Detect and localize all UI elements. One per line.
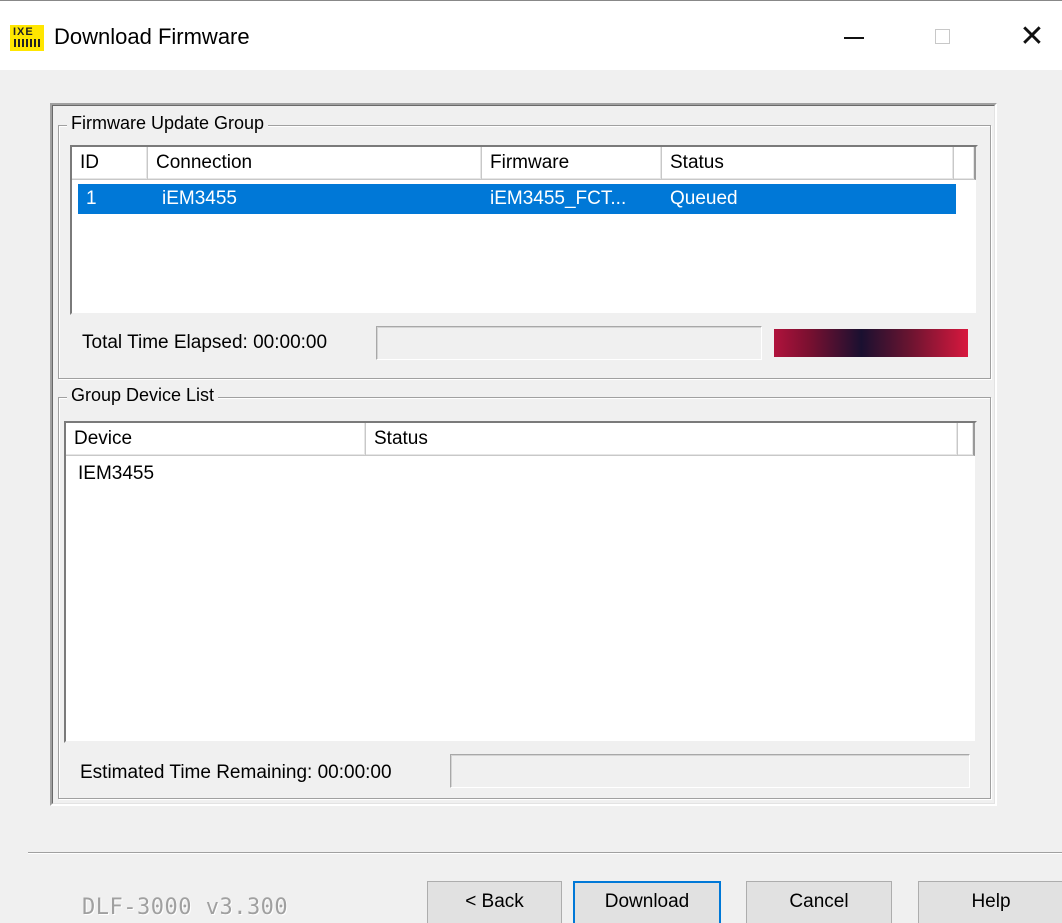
back-button[interactable]: < Back: [427, 881, 562, 923]
device-list-header: Device Status: [66, 423, 975, 456]
app-logo-glyph: IXE: [13, 26, 34, 38]
download-button[interactable]: Download: [573, 881, 721, 923]
firmware-update-group-legend: Firmware Update Group: [67, 113, 269, 134]
maximize-icon: [934, 28, 950, 44]
maximize-button[interactable]: [914, 15, 970, 57]
firmware-list[interactable]: ID Connection Firmware Status 1 iEM3455 …: [70, 145, 978, 315]
column-header-device-status[interactable]: Status: [366, 423, 958, 456]
column-header-status[interactable]: Status: [662, 147, 954, 180]
column-header-connection[interactable]: Connection: [148, 147, 482, 180]
cancel-button[interactable]: Cancel: [746, 881, 892, 923]
cell-status: Queued: [670, 188, 738, 209]
minimize-button[interactable]: [826, 15, 882, 57]
group-device-list-legend: Group Device List: [67, 385, 219, 406]
cell-device: IEM3455: [78, 463, 155, 484]
firmware-list-header: ID Connection Firmware Status: [72, 147, 976, 180]
app-logo-icon: IXE: [10, 25, 44, 51]
total-time-elapsed-label: Total Time Elapsed: 00:00:00: [82, 332, 328, 353]
version-label: DLF-3000 v3.300: [82, 895, 289, 920]
estimated-time-remaining-label: Estimated Time Remaining: 00:00:00: [80, 762, 392, 783]
help-button[interactable]: Help: [918, 881, 1062, 923]
column-header-id[interactable]: ID: [72, 147, 148, 180]
device-progress-bar: [450, 754, 970, 788]
window-title: Download Firmware: [54, 24, 250, 49]
column-header-firmware[interactable]: Firmware: [482, 147, 662, 180]
column-header-filler: [958, 423, 975, 456]
close-button[interactable]: ✕: [1004, 15, 1060, 57]
app-logo-bars: [14, 39, 40, 47]
footer-separator: [28, 852, 1062, 854]
cell-firmware: iEM3455_FCT...: [490, 188, 627, 209]
total-progress-bar: [376, 326, 762, 360]
cell-connection: iEM3455: [162, 188, 237, 209]
table-row[interactable]: 1 iEM3455 iEM3455_FCT... Queued: [78, 184, 956, 214]
cell-id: 1: [86, 188, 97, 209]
activity-indicator: [774, 329, 968, 357]
column-header-device[interactable]: Device: [66, 423, 366, 456]
minimize-icon: [844, 37, 864, 39]
column-header-filler: [954, 147, 976, 180]
device-list[interactable]: Device Status IEM3455: [64, 421, 977, 743]
table-row[interactable]: IEM3455: [70, 459, 950, 489]
title-bar: IXE Download Firmware ✕: [0, 0, 1062, 70]
close-icon: ✕: [1019, 19, 1045, 53]
